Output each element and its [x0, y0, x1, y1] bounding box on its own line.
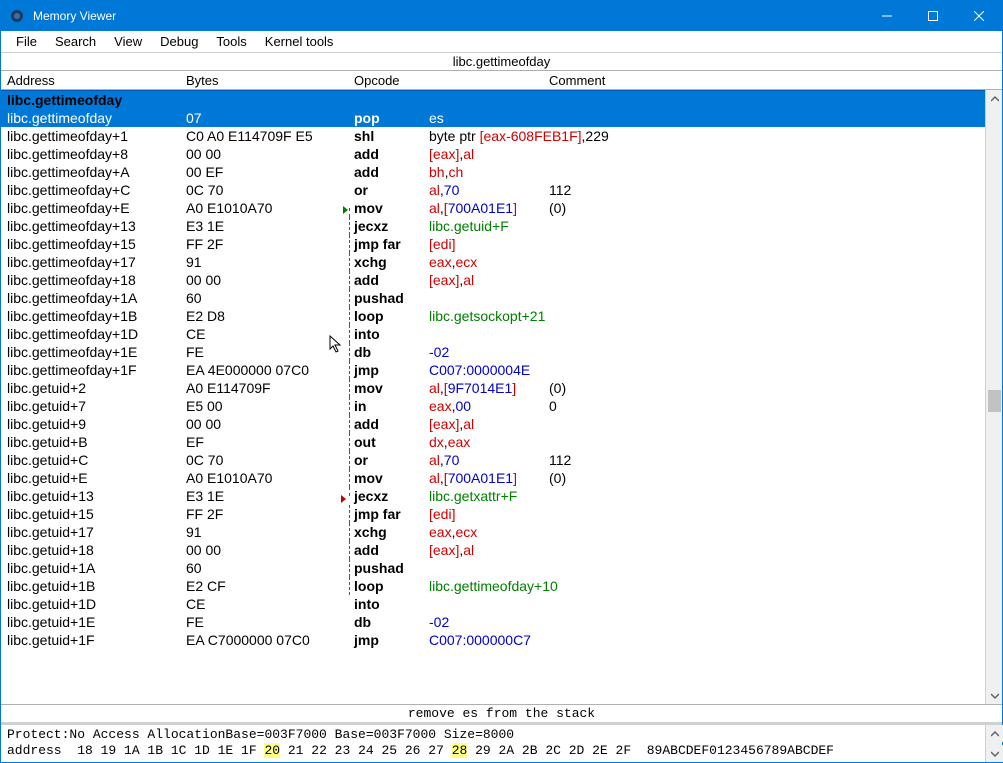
status-scrollbar[interactable]	[985, 725, 1002, 762]
menu-file[interactable]: File	[7, 32, 46, 51]
header-address[interactable]: Address	[1, 73, 186, 88]
disassembly-area[interactable]: libc.gettimeofdaylibc.gettimeofday07pope…	[1, 90, 1002, 704]
status-panel[interactable]: Protect:No Access AllocationBase=003F700…	[1, 722, 1002, 762]
disasm-row[interactable]: libc.getuid+1791xchgeax,ecx	[1, 523, 985, 541]
menu-search[interactable]: Search	[46, 32, 105, 51]
menu-kernel-tools[interactable]: Kernel tools	[256, 32, 343, 51]
disasm-row[interactable]: libc.getuid+2A0 E114709Fmoval,[9F7014E1]…	[1, 379, 985, 397]
scroll-thumb[interactable]	[988, 390, 1001, 412]
app-window: Memory Viewer File Search View Debug Too…	[0, 0, 1003, 763]
disasm-row[interactable]: libc.getuid+1DCEinto	[1, 595, 985, 613]
disasm-row[interactable]: libc.getuid+C0C 70oral,70112	[1, 451, 985, 469]
header-comment[interactable]: Comment	[549, 73, 985, 88]
disasm-row[interactable]: libc.getuid+EA0 E1010A70moval,[700A01E1]…	[1, 469, 985, 487]
column-headers[interactable]: Address Bytes Opcode Comment	[1, 71, 1002, 90]
disasm-row[interactable]: libc.getuid+1800 00add[eax],al	[1, 541, 985, 559]
disasm-row[interactable]: libc.getuid+15FF 2Fjmp far[edi]	[1, 505, 985, 523]
disasm-row[interactable]: libc.getuid+1A60pushad	[1, 559, 985, 577]
instruction-hint: remove es from the stack	[1, 704, 1002, 722]
header-opcode[interactable]: Opcode	[354, 73, 429, 88]
disasm-row[interactable]: libc.getuid+BEFoutdx,eax	[1, 433, 985, 451]
disasm-row[interactable]: libc.gettimeofday+1A60pushad	[1, 289, 985, 307]
disasm-row[interactable]: libc.getuid+900 00add[eax],al	[1, 415, 985, 433]
section-header[interactable]: libc.gettimeofday	[1, 90, 985, 109]
disasm-row[interactable]: libc.gettimeofday+1FEA 4E000000 07C0jmpC…	[1, 361, 985, 379]
app-icon	[9, 8, 25, 24]
disasm-row[interactable]: libc.gettimeofday+13E3 1Ejecxzlibc.getui…	[1, 217, 985, 235]
close-button[interactable]	[956, 1, 1002, 31]
disasm-row[interactable]: libc.getuid+13E3 1Ejecxzlibc.getxattr+F	[1, 487, 985, 505]
menu-tools[interactable]: Tools	[207, 32, 255, 51]
menu-view[interactable]: View	[105, 32, 151, 51]
window-title: Memory Viewer	[33, 9, 116, 23]
status-line-protect: Protect:No Access AllocationBase=003F700…	[7, 727, 996, 743]
disasm-row[interactable]: libc.gettimeofday+1C0 A0 E114709F E5shlb…	[1, 127, 985, 145]
disasm-row[interactable]: libc.getuid+1BE2 CFlooplibc.gettimeofday…	[1, 577, 985, 595]
disasm-row[interactable]: libc.gettimeofday+C0C 70oral,70112	[1, 181, 985, 199]
status-scroll-up[interactable]	[986, 725, 1003, 742]
disasm-row[interactable]: libc.getuid+1EFEdb-02	[1, 613, 985, 631]
status-scroll-down[interactable]	[986, 745, 1003, 762]
disasm-row[interactable]: libc.gettimeofday+1EFEdb-02	[1, 343, 985, 361]
disasm-row[interactable]: libc.gettimeofday07popes	[1, 109, 985, 127]
disasm-row[interactable]: libc.gettimeofday+A00 EFaddbh,ch	[1, 163, 985, 181]
scroll-up-button[interactable]	[986, 90, 1002, 107]
disasm-row[interactable]: libc.gettimeofday+15FF 2Fjmp far[edi]	[1, 235, 985, 253]
disasm-row[interactable]: libc.gettimeofday+800 00add[eax],al	[1, 145, 985, 163]
vertical-scrollbar[interactable]	[985, 90, 1002, 704]
header-bytes[interactable]: Bytes	[186, 73, 331, 88]
menubar: File Search View Debug Tools Kernel tool…	[1, 31, 1002, 53]
disasm-row[interactable]: libc.gettimeofday+1DCEinto	[1, 325, 985, 343]
status-line-hexdump: address 18 19 1A 1B 1C 1D 1E 1F 20 21 22…	[7, 743, 996, 759]
disasm-row[interactable]: libc.gettimeofday+EA0 E1010A70moval,[700…	[1, 199, 985, 217]
scroll-down-button[interactable]	[986, 687, 1002, 704]
disasm-row[interactable]: libc.getuid+7E5 00ineax,000	[1, 397, 985, 415]
disasm-row[interactable]: libc.gettimeofday+1BE2 D8looplibc.getsoc…	[1, 307, 985, 325]
minimize-button[interactable]	[864, 1, 910, 31]
disasm-row[interactable]: libc.getuid+1FEA C7000000 07C0jmpC007:00…	[1, 631, 985, 649]
maximize-button[interactable]	[910, 1, 956, 31]
disasm-row[interactable]: libc.gettimeofday+1791xchgeax,ecx	[1, 253, 985, 271]
disasm-row[interactable]: libc.gettimeofday+1800 00add[eax],al	[1, 271, 985, 289]
titlebar[interactable]: Memory Viewer	[1, 1, 1002, 31]
menu-debug[interactable]: Debug	[151, 32, 207, 51]
current-symbol[interactable]: libc.gettimeofday	[1, 53, 1002, 71]
